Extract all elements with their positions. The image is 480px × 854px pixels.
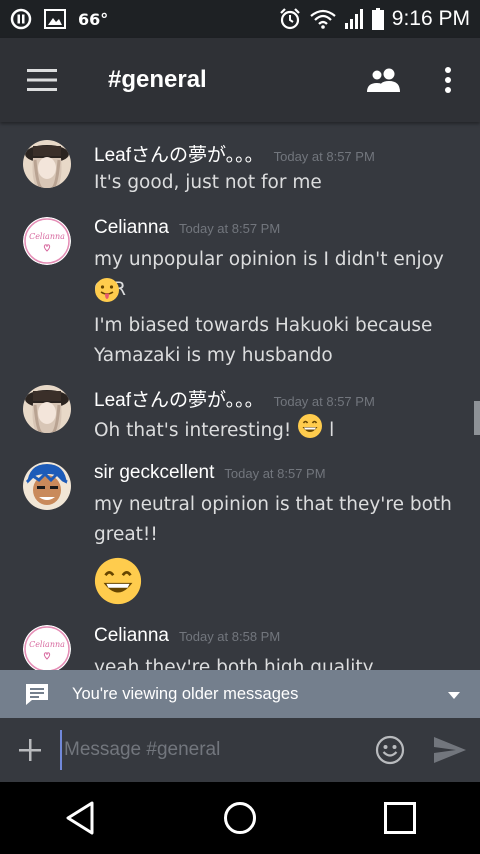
add-attachment-button[interactable] — [0, 718, 60, 782]
author-name[interactable]: Celianna — [94, 625, 169, 647]
menu-icon — [27, 69, 57, 91]
members-button[interactable] — [352, 38, 416, 122]
alarm-icon — [278, 7, 302, 31]
avatar[interactable] — [23, 462, 71, 510]
chat-bubble-icon — [24, 682, 50, 706]
more-options-button[interactable] — [416, 38, 480, 122]
svg-text:Celianna: Celianna — [29, 232, 65, 241]
recents-button[interactable] — [350, 782, 450, 854]
timestamp: Today at 8:57 PM — [273, 149, 375, 164]
message-text: Oh that's interesting! l — [94, 413, 464, 449]
more-icon — [445, 67, 451, 93]
message-composer — [0, 718, 480, 782]
message-input[interactable] — [60, 730, 360, 770]
emoji-icon — [375, 735, 405, 765]
image-icon — [44, 9, 66, 29]
author-name[interactable]: Celianna — [94, 217, 169, 239]
older-messages-label: You're viewing older messages — [72, 684, 299, 703]
avatar[interactable] — [23, 385, 71, 433]
pause-icon — [10, 8, 32, 30]
back-icon — [66, 801, 94, 835]
older-messages-bar[interactable]: You're viewing older messages — [0, 670, 480, 718]
svg-text:Celianna: Celianna — [29, 640, 65, 649]
timestamp: Today at 8:57 PM — [224, 466, 326, 481]
avatar[interactable]: Celianna — [23, 625, 71, 670]
message-text-part: Oh that's interesting! — [94, 420, 292, 441]
message-text-part: l — [329, 420, 335, 441]
author-name[interactable]: Leafさんの夢が。。。 — [94, 385, 264, 412]
home-button[interactable] — [190, 782, 290, 854]
recents-icon — [384, 802, 416, 834]
message-text: my neutral opinion is that they're both … — [94, 494, 452, 545]
avatar[interactable]: Celianna — [23, 217, 71, 265]
scrollbar-thumb[interactable] — [474, 401, 480, 435]
home-icon — [224, 802, 256, 834]
signal-icon — [344, 9, 364, 29]
message-text: It's good, just not for me — [94, 172, 322, 193]
author-name[interactable]: sir geckcellent — [94, 462, 214, 484]
send-icon — [434, 737, 466, 763]
timestamp: Today at 8:57 PM — [273, 394, 375, 409]
menu-button[interactable] — [0, 38, 84, 122]
channel-header: #general — [0, 38, 480, 122]
timestamp: Today at 8:58 PM — [179, 629, 281, 644]
timestamp: Today at 8:57 PM — [179, 221, 281, 236]
send-button[interactable] — [420, 718, 480, 782]
avatar[interactable] — [23, 140, 71, 188]
chevron-down-icon[interactable] — [448, 685, 460, 704]
grin-emoji — [297, 413, 323, 449]
tongue-emoji — [94, 277, 120, 307]
members-icon — [367, 68, 400, 92]
status-bar: 66° 9:16 PM — [0, 0, 480, 38]
message-text: I'm biased towards Hakuoki because Yamaz… — [94, 315, 433, 366]
wifi-icon — [310, 9, 336, 29]
message-text: yeah they're both high quality — [94, 657, 374, 670]
channel-title: #general — [108, 66, 207, 93]
big-grin-emoji — [93, 556, 143, 610]
author-name[interactable]: Leafさんの夢が。。。 — [94, 140, 264, 167]
message-text: my unpopular opinion is I didn't enjoy C… — [94, 249, 444, 300]
plus-icon — [19, 739, 41, 761]
temperature: 66° — [78, 9, 109, 29]
battery-icon — [371, 8, 384, 30]
back-button[interactable] — [30, 782, 130, 854]
emoji-picker-button[interactable] — [360, 718, 420, 782]
message-list[interactable]: Leafさんの夢が。。。 Today at 8:57 PM It's good,… — [0, 122, 480, 670]
system-nav-bar — [0, 782, 480, 854]
clock: 9:16 PM — [391, 7, 470, 30]
